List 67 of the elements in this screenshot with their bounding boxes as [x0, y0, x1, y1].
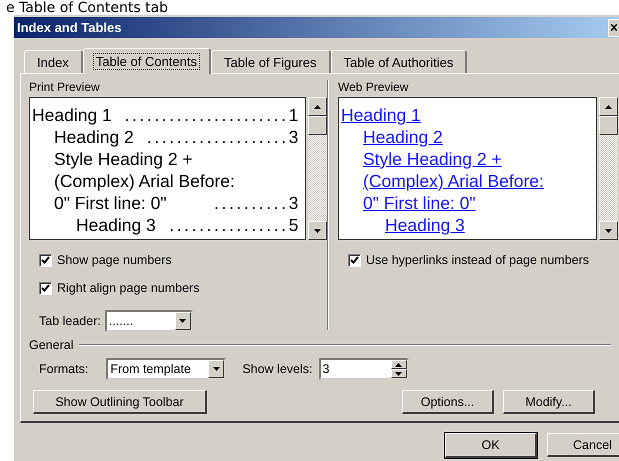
- dialog-button[interactable]: Cancel: [547, 433, 619, 457]
- up-arrow-icon: [605, 104, 612, 108]
- web-preview-label: Web Preview: [338, 80, 410, 94]
- dialog-button[interactable]: OK: [445, 433, 537, 458]
- scroll-down-button[interactable]: [599, 221, 618, 240]
- window-title: Index and Tables: [17, 20, 122, 35]
- general-label: General: [29, 338, 74, 352]
- show-levels-label: Show levels:: [242, 362, 312, 376]
- scroll-thumb[interactable]: [308, 116, 327, 135]
- toc-entry-text: Style Heading 2 +: [54, 148, 194, 170]
- close-button[interactable]: [608, 18, 619, 36]
- print-preview-label: Print Preview: [29, 80, 101, 94]
- toc-entry-text: Heading 2: [54, 126, 134, 148]
- toc-link[interactable]: Style Heading 2 +: [363, 148, 502, 170]
- dropdown-button[interactable]: [174, 312, 191, 330]
- down-arrow-icon: [395, 372, 402, 376]
- scroll-up-button[interactable]: [308, 97, 327, 116]
- tab[interactable]: Table of Figures: [211, 50, 330, 73]
- dropdown-button[interactable]: [208, 360, 224, 378]
- tab[interactable]: Table of Contents: [82, 48, 211, 74]
- spin-up-button[interactable]: [390, 360, 406, 369]
- formats-dropdown[interactable]: From template: [106, 358, 226, 380]
- caption-text: e Table of Contents tab: [6, 1, 168, 15]
- scrollbar[interactable]: [599, 97, 618, 240]
- tab[interactable]: Index: [24, 50, 83, 73]
- panel-button[interactable]: Options...: [402, 390, 494, 414]
- checkbox[interactable]: Show page numbers: [39, 252, 327, 268]
- panel-button[interactable]: Modify...: [503, 390, 595, 414]
- scrollbar[interactable]: [308, 97, 327, 240]
- leader-page-number: ......................1: [124, 104, 301, 126]
- show-levels-spinner[interactable]: 3: [318, 358, 408, 380]
- show-outlining-toolbar-button[interactable]: Show Outlining Toolbar: [33, 390, 207, 414]
- down-arrow-icon: [179, 319, 186, 323]
- checkmark-icon: [350, 256, 359, 264]
- toc-entry-text: Heading 1: [32, 104, 112, 126]
- tab-leader-label: Tab leader:: [39, 314, 101, 328]
- checkmark-icon: [41, 284, 50, 292]
- checkbox[interactable]: Right align page numbers: [39, 280, 327, 296]
- up-arrow-icon: [395, 362, 402, 366]
- down-arrow-icon: [314, 228, 321, 232]
- checkbox-box[interactable]: [39, 282, 52, 294]
- toc-entry-text: Heading 3: [76, 214, 156, 236]
- toc-entry-text: 0" First line: 0": [54, 192, 167, 214]
- checkmark-icon: [41, 256, 50, 264]
- scroll-thumb[interactable]: [599, 116, 618, 135]
- checkbox-box[interactable]: [348, 254, 361, 266]
- leader-page-number: ...................3: [146, 126, 301, 148]
- toc-link[interactable]: Heading 2: [363, 126, 443, 148]
- toc-link[interactable]: 0" First line: 0": [363, 192, 476, 214]
- close-icon: [611, 24, 617, 31]
- up-arrow-icon: [314, 104, 321, 108]
- toc-link[interactable]: Heading 3: [385, 214, 465, 236]
- scroll-down-button[interactable]: [308, 221, 327, 240]
- leader-page-number: ................5: [169, 214, 301, 236]
- scroll-up-button[interactable]: [599, 97, 618, 116]
- tab-leader-dropdown[interactable]: .......: [104, 310, 193, 332]
- spin-down-button[interactable]: [390, 369, 406, 378]
- checkbox-box[interactable]: [39, 254, 52, 266]
- toc-link[interactable]: (Complex) Arial Before:: [363, 170, 544, 192]
- down-arrow-icon: [605, 228, 612, 232]
- tab[interactable]: Table of Authorities: [330, 50, 468, 73]
- formats-label: Formats:: [39, 362, 88, 376]
- toc-entry-text: (Complex) Arial Before:: [54, 170, 236, 192]
- toc-link[interactable]: Heading 1: [341, 104, 421, 126]
- down-arrow-icon: [212, 367, 220, 371]
- checkbox[interactable]: Use hyperlinks instead of page numbers: [348, 252, 618, 268]
- leader-page-number: ..........3: [214, 192, 301, 214]
